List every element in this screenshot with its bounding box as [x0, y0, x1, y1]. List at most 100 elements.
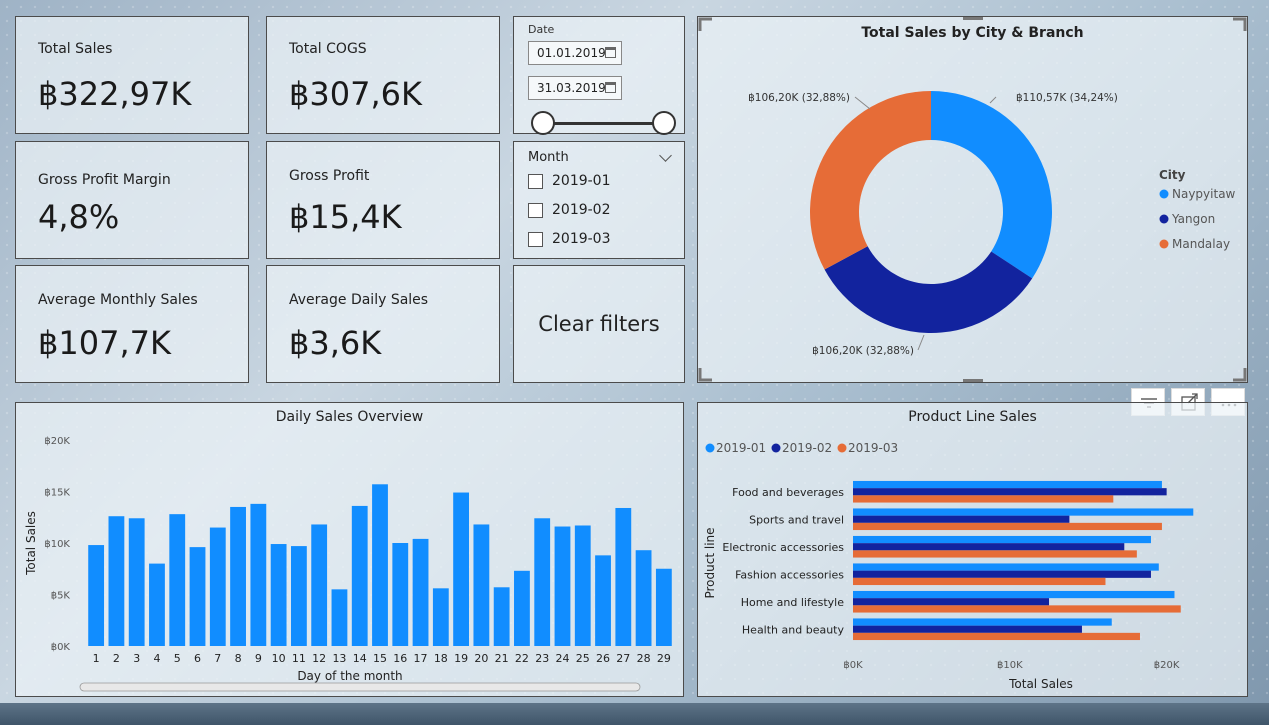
bar-2019-03	[853, 522, 1162, 531]
kpi-gross-profit-margin-card[interactable]: Gross Profit Margin 4,8%	[15, 141, 249, 259]
chevron-down-icon[interactable]	[659, 149, 672, 162]
bar-day-26	[595, 555, 611, 646]
month-option-label: 2019-01	[552, 173, 611, 189]
month-option[interactable]: 2019-01	[528, 173, 611, 189]
x-tick-label: 27	[616, 652, 630, 665]
bar-2019-02	[853, 488, 1167, 496]
date-range-track[interactable]	[542, 122, 664, 125]
legend-dot	[1159, 189, 1169, 199]
month-option[interactable]: 2019-03	[528, 231, 611, 247]
date-range-end-handle[interactable]	[652, 111, 676, 135]
clear-filters-label: Clear filters	[538, 312, 660, 336]
legend-item: 2019-01	[716, 441, 766, 455]
bar-day-11	[290, 546, 307, 646]
kpi-title: Total COGS	[289, 41, 367, 57]
data-label: ฿106,20K (32,88%)	[812, 345, 914, 357]
bar-2019-03	[853, 605, 1181, 613]
y-axis-label: Total Sales	[24, 511, 38, 576]
date-slicer[interactable]: Date 01.01.2019 31.03.2019	[513, 16, 685, 135]
x-tick-label: 23	[535, 652, 549, 665]
bar-day-25	[574, 525, 591, 646]
x-tick-label: 2	[113, 652, 120, 665]
x-tick-label: 20	[474, 652, 488, 665]
bar-2019-03	[853, 577, 1106, 586]
resize-handle	[1233, 17, 1247, 31]
month-slicer[interactable]: Month 2019-01 2019-02 2019-03	[513, 141, 685, 259]
x-tick-label: 4	[153, 652, 160, 665]
x-tick-label: 15	[373, 652, 387, 665]
data-label: ฿110,57K (34,24%)	[1016, 92, 1118, 104]
clear-filters-button[interactable]: Clear filters	[513, 265, 685, 383]
calendar-icon[interactable]	[605, 47, 616, 58]
x-tick-label: 3	[133, 652, 140, 665]
bar-day-15	[372, 484, 388, 646]
bar-2019-01	[853, 563, 1159, 571]
bar-2019-01	[853, 480, 1162, 489]
date-range-start-handle[interactable]	[531, 111, 555, 135]
checkbox[interactable]	[528, 173, 543, 189]
kpi-title: Average Monthly Sales	[38, 292, 198, 308]
bar-2019-03	[853, 550, 1137, 558]
x-tick-label: 17	[414, 652, 428, 665]
bar-day-18	[432, 588, 449, 646]
y-tick-label: ฿5K	[51, 591, 71, 602]
y-tick-label: Sports and travel	[749, 513, 844, 526]
checkbox[interactable]	[528, 202, 543, 218]
bar-day-9	[250, 503, 267, 646]
donut-slice-yangon	[824, 246, 1033, 333]
bar-day-8	[230, 506, 246, 646]
month-slicer-title: Month	[528, 150, 569, 165]
month-option[interactable]: 2019-02	[528, 202, 611, 218]
kpi-total-sales-card[interactable]: Total Sales ฿322,97K	[15, 16, 249, 134]
x-tick-label: 9	[255, 652, 262, 665]
bar-day-13	[331, 589, 348, 646]
bar-day-20	[473, 524, 490, 646]
horizontal-scrollbar	[79, 682, 641, 692]
bar-day-2	[108, 516, 125, 646]
legend-item: Yangon	[1171, 212, 1215, 226]
daily-sales-chart-card[interactable]: Daily Sales Overview ฿0K ฿5K ฿10K ฿15K ฿20K 1…	[15, 402, 684, 697]
x-tick-label: 14	[353, 652, 367, 665]
bar-2019-03	[853, 495, 1114, 503]
bar-day-3	[128, 518, 145, 646]
bar-2019-01	[853, 618, 1112, 626]
checkbox[interactable]	[528, 231, 543, 247]
bar-2019-02	[853, 515, 1070, 523]
product-line-chart-card[interactable]: Product Line Sales 2019-01 2019-02 2019-03…	[697, 402, 1248, 697]
bar-day-24	[554, 526, 571, 646]
legend-dot	[1159, 214, 1169, 224]
x-tick-label: 7	[214, 652, 221, 665]
kpi-value: ฿15,4K	[289, 198, 402, 236]
x-tick-label: 6	[194, 652, 201, 665]
month-option-label: 2019-02	[552, 202, 611, 218]
kpi-value: ฿322,97K	[38, 75, 192, 113]
y-tick-label: ฿0K	[51, 642, 71, 653]
bar-2019-02	[853, 543, 1125, 551]
bar-2019-02	[853, 570, 1151, 578]
bar-day-7	[209, 527, 226, 646]
y-tick-label: Health and beauty	[742, 623, 845, 636]
bar-day-21	[493, 587, 510, 646]
x-axis-label: Day of the month	[297, 669, 402, 683]
kpi-average-daily-sales-card[interactable]: Average Daily Sales ฿3,6K	[266, 265, 500, 383]
kpi-average-monthly-sales-card[interactable]: Average Monthly Sales ฿107,7K	[15, 265, 249, 383]
x-tick-label: ฿0K	[843, 660, 863, 671]
start-date-input[interactable]: 01.01.2019	[528, 41, 622, 65]
city-branch-chart-card[interactable]: Total Sales by City & Branch ฿110,57K (3…	[697, 16, 1248, 383]
resize-handle	[698, 368, 712, 382]
bar-day-12	[311, 524, 328, 646]
legend-title: City	[1159, 168, 1186, 182]
daily-sales-bar-chart: ฿0K฿5K฿10K฿15K฿20K1 2 3 4 5 6 7 8 9 10 11 12 13 14 15 1…	[24, 436, 672, 692]
end-date-input[interactable]: 31.03.2019	[528, 76, 622, 100]
calendar-icon[interactable]	[605, 82, 616, 93]
donut-chart: ฿110,57K (34,24%) ฿106,20K (32,88%) ฿106,2…	[698, 17, 1247, 382]
kpi-title: Gross Profit Margin	[38, 172, 171, 188]
y-tick-label: Home and lifestyle	[741, 596, 845, 609]
kpi-gross-profit-card[interactable]: Gross Profit ฿15,4K	[266, 141, 500, 259]
kpi-total-cogs-card[interactable]: Total COGS ฿307,6K	[266, 16, 500, 134]
start-date-value: 01.01.2019	[537, 46, 606, 60]
bar-day-16	[392, 543, 409, 646]
bar-2019-01	[853, 508, 1194, 516]
x-tick-label: ฿20K	[1154, 660, 1180, 671]
legend-dot	[837, 443, 847, 453]
